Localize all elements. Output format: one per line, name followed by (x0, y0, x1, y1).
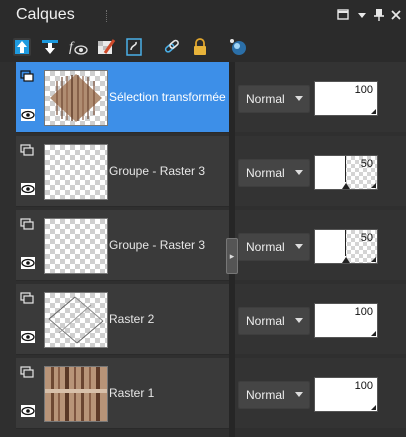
layer-name[interactable]: Sélection transformée (109, 90, 226, 104)
maximize-icon[interactable] (334, 6, 352, 24)
layer-toolbar: f (0, 32, 406, 62)
panel-title: Calques (16, 6, 75, 23)
opacity-value: 50 (360, 158, 373, 170)
layer-row[interactable]: Sélection transformée (16, 62, 229, 133)
layer-group-icon[interactable] (20, 217, 34, 230)
layer-props: Normal 100 (235, 358, 406, 428)
blend-mode-value: Normal (246, 92, 285, 106)
blend-mode-select[interactable]: Normal (238, 381, 310, 409)
new-raster-layer-icon[interactable] (12, 37, 32, 57)
opacity-value: 100 (354, 380, 373, 392)
layer-thumbnail (44, 144, 108, 200)
dropdown-icon[interactable] (353, 6, 371, 24)
layer-visibility-icon[interactable]: f (68, 37, 88, 57)
blend-mode-value: Normal (246, 240, 285, 254)
layer-thumbnail (44, 70, 108, 126)
layer-name[interactable]: Groupe - Raster 3 (109, 238, 205, 252)
opacity-slider[interactable]: 50 (314, 229, 378, 264)
layer-thumbnail (44, 292, 108, 348)
resize-corner-icon (371, 331, 376, 336)
layer-thumbnail (44, 366, 108, 422)
layer-group-icon[interactable] (20, 143, 34, 156)
layer-group-icon[interactable] (20, 69, 34, 82)
opacity-value: 100 (354, 306, 373, 318)
layer-name[interactable]: Raster 1 (109, 386, 154, 400)
blend-mode-value: Normal (246, 388, 285, 402)
chevron-down-icon (295, 392, 303, 397)
new-layer-down-icon[interactable] (40, 37, 60, 57)
chevron-down-icon (295, 170, 303, 175)
visibility-eye-icon[interactable] (21, 404, 35, 417)
opacity-marker (345, 230, 346, 256)
chevron-down-icon (295, 244, 303, 249)
layer-row[interactable]: Raster 2 (16, 284, 229, 355)
layer-name[interactable]: Raster 2 (109, 312, 154, 326)
resize-corner-icon (371, 405, 376, 410)
chevron-down-icon (295, 318, 303, 323)
layer-group-icon[interactable] (20, 365, 34, 378)
resize-corner-icon (371, 183, 376, 188)
lock-icon[interactable] (190, 37, 210, 57)
close-icon[interactable] (387, 6, 405, 24)
blend-mode-value: Normal (246, 314, 285, 328)
splitter-handle[interactable]: ▸ (226, 238, 238, 274)
layer-thumbnail (44, 218, 108, 274)
layer-group-icon[interactable] (20, 291, 34, 304)
pin-icon[interactable] (370, 6, 388, 24)
blend-mode-select[interactable]: Normal (238, 307, 310, 335)
layer-row[interactable]: Raster 1 (16, 358, 229, 429)
blend-mode-select[interactable]: Normal (238, 85, 310, 113)
opacity-value: 50 (360, 232, 373, 244)
layer-row[interactable]: Groupe - Raster 3 (16, 136, 229, 207)
chevron-down-icon (295, 96, 303, 101)
visibility-eye-icon[interactable] (21, 256, 35, 269)
resize-corner-icon (371, 109, 376, 114)
title-bar: Calques (0, 0, 406, 32)
visibility-eye-icon[interactable] (21, 330, 35, 343)
opacity-slider[interactable]: 100 (314, 377, 378, 412)
layer-props: Normal 50 (235, 210, 406, 280)
blend-mode-select[interactable]: Normal (238, 233, 310, 261)
layer-row[interactable]: Groupe - Raster 3 (16, 210, 229, 281)
svg-text:f: f (69, 40, 75, 55)
layer-properties-icon[interactable] (124, 37, 144, 57)
opacity-knob[interactable] (342, 257, 350, 263)
blend-mode-select[interactable]: Normal (238, 159, 310, 187)
new-mask-icon[interactable] (96, 37, 116, 57)
opacity-marker (345, 156, 346, 182)
layer-props: Normal 100 (235, 62, 406, 132)
opacity-slider[interactable]: 100 (314, 81, 378, 116)
opacity-knob[interactable] (342, 183, 350, 189)
title-gripper[interactable] (106, 10, 107, 22)
layer-props: Normal 50 (235, 136, 406, 206)
opacity-value: 100 (354, 84, 373, 96)
layer-name[interactable]: Groupe - Raster 3 (109, 164, 205, 178)
blend-mode-value: Normal (246, 166, 285, 180)
link-icon[interactable] (162, 37, 182, 57)
visibility-eye-icon[interactable] (21, 182, 35, 195)
visibility-eye-icon[interactable] (21, 108, 35, 121)
layer-props: Normal 100 (235, 284, 406, 354)
layer-list: Sélection transformée Normal 100 Groupe … (0, 62, 406, 437)
opacity-slider[interactable]: 100 (314, 303, 378, 338)
layer-style-icon[interactable] (228, 37, 248, 57)
resize-corner-icon (371, 257, 376, 262)
opacity-slider[interactable]: 50 (314, 155, 378, 190)
